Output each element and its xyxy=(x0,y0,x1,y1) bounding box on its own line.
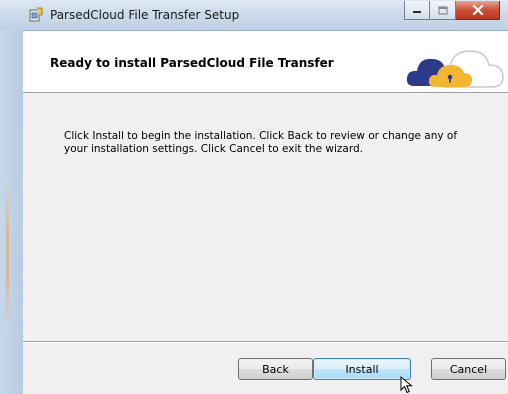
installer-app-icon xyxy=(29,7,43,22)
window-frame-left xyxy=(0,30,23,394)
minimize-icon xyxy=(413,11,421,13)
title-bar[interactable]: ParsedCloud File Transfer Setup xyxy=(0,0,508,31)
back-button[interactable]: Back xyxy=(238,358,313,380)
maximize-icon xyxy=(437,5,448,15)
cloud-lock-icon xyxy=(406,50,504,88)
window-title: ParsedCloud File Transfer Setup xyxy=(50,8,240,22)
close-icon xyxy=(471,5,484,15)
close-button[interactable] xyxy=(456,1,500,20)
caption-buttons xyxy=(404,1,500,20)
setup-window: ParsedCloud File Transfer Setup Ready to… xyxy=(0,0,508,394)
dialog-client-area: Ready to install ParsedCloud File Transf… xyxy=(23,31,508,394)
header-banner: Ready to install ParsedCloud File Transf… xyxy=(23,31,508,93)
instructions-text: Click Install to begin the installation.… xyxy=(64,130,458,155)
page-title: Ready to install ParsedCloud File Transf… xyxy=(50,56,334,70)
minimize-button[interactable] xyxy=(404,1,430,20)
mouse-pointer-icon xyxy=(400,376,413,394)
maximize-button[interactable] xyxy=(430,1,456,20)
footer-divider xyxy=(23,341,508,343)
cancel-button[interactable]: Cancel xyxy=(431,358,506,380)
frame-accent xyxy=(6,180,9,330)
install-button[interactable]: Install xyxy=(313,358,411,380)
